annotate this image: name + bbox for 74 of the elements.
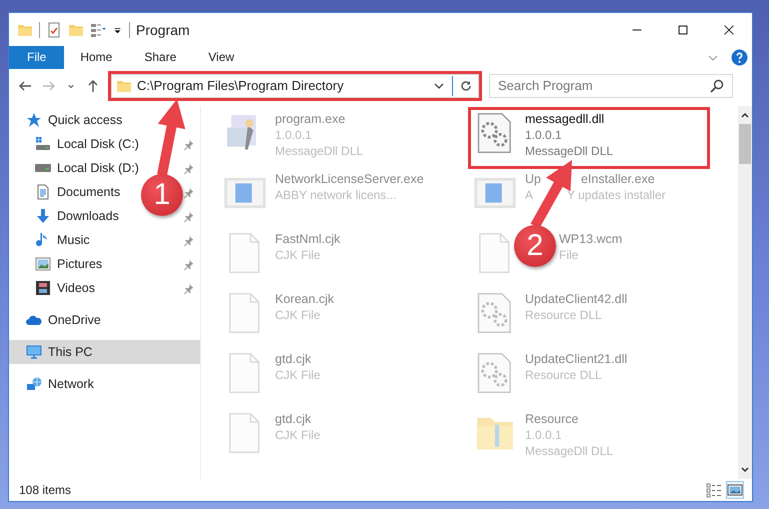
details-view-icon[interactable]: [706, 482, 722, 498]
sidebar-label[interactable]: Quick access: [48, 113, 122, 127]
ribbon-tab[interactable]: Share: [128, 46, 192, 69]
file-name[interactable]: Up: [525, 171, 541, 187]
sidebar-label[interactable]: Local Disk (C:): [57, 137, 139, 151]
pin-icon[interactable]: [183, 186, 194, 198]
pin-icon[interactable]: [183, 234, 194, 246]
sidebar-label[interactable]: Local Disk (D:): [57, 161, 139, 175]
pin-icon[interactable]: [183, 282, 194, 294]
scrollbar[interactable]: [738, 106, 752, 479]
file-name[interactable]: gtd.cjk: [275, 411, 312, 427]
window-title: Program: [136, 22, 190, 38]
file-detail[interactable]: MessageDll DLL: [525, 143, 614, 159]
item-count: 108 items: [19, 483, 72, 497]
search-field[interactable]: Search Program: [489, 74, 733, 98]
ribbon-tab[interactable]: View: [192, 46, 250, 69]
file-detail[interactable]: CJK File: [275, 427, 320, 443]
file-name[interactable]: Resource: [525, 411, 578, 427]
file-detail[interactable]: CJK File: [275, 247, 320, 263]
scroll-up-icon[interactable]: [740, 110, 750, 120]
film-icon: [35, 280, 51, 296]
file-name[interactable]: UpdateClient42.dll: [525, 291, 628, 307]
sidebar-label[interactable]: Network: [48, 377, 94, 391]
document-icon: [35, 184, 51, 200]
drive-icon: [35, 136, 51, 152]
help-icon[interactable]: [731, 49, 748, 66]
ribbon-tab[interactable]: Home: [64, 46, 128, 69]
pin-icon[interactable]: [183, 258, 194, 270]
checklist-icon[interactable]: [46, 22, 62, 38]
file-menu-button[interactable]: File: [9, 46, 64, 69]
file-detail[interactable]: CJK File: [275, 307, 320, 323]
selection-frame[interactable]: messagedll.dll 1.0.0.1 MessageDll DLL: [469, 108, 709, 168]
file-detail[interactable]: File: [559, 247, 578, 263]
download-icon: [35, 208, 51, 224]
file-name[interactable]: UpdateClient21.dll: [525, 351, 628, 367]
sidebar-label[interactable]: Music: [57, 233, 90, 247]
picture-icon: [35, 256, 51, 272]
file-detail[interactable]: 1.0.0.1: [525, 427, 562, 443]
file-name[interactable]: Korean.cjk: [275, 291, 334, 307]
monitor-icon: [26, 344, 42, 360]
scroll-thumb[interactable]: [739, 124, 751, 164]
file-detail[interactable]: Y updates installer: [567, 187, 666, 203]
pin-icon[interactable]: [183, 162, 194, 174]
file-name[interactable]: FastNml.cjk: [275, 231, 340, 247]
network-icon: [26, 376, 42, 392]
large-icons-view-icon[interactable]: [726, 481, 744, 499]
file-detail[interactable]: ABBY network licens...: [275, 187, 396, 203]
file-name[interactable]: messagedll.dll: [525, 111, 604, 127]
file-name[interactable]: eInstaller.exe: [580, 171, 655, 187]
sidebar-label[interactable]: OneDrive: [48, 313, 101, 327]
properties-icon[interactable]: [90, 22, 106, 38]
sidebar-item[interactable]: This PC: [9, 340, 200, 364]
sidebar-label[interactable]: Pictures: [57, 257, 102, 271]
pin-icon[interactable]: [183, 210, 194, 222]
file-name[interactable]: WP13.wcm: [559, 231, 622, 247]
file-detail[interactable]: MessageDll DLL: [275, 143, 364, 159]
scroll-down-icon[interactable]: [740, 465, 750, 475]
file-name[interactable]: NetworkLicenseServer.exe: [275, 171, 424, 187]
file-detail[interactable]: Resource DLL: [525, 307, 602, 323]
sidebar-label[interactable]: This PC: [48, 345, 92, 359]
file-detail[interactable]: 1.0.0.1: [525, 127, 562, 143]
file-detail[interactable]: CJK File: [275, 367, 320, 383]
file-name[interactable]: program.exe: [275, 111, 346, 127]
star-icon: [26, 112, 42, 128]
address-path: C:\Program Files\Program Directory: [137, 78, 345, 93]
file-detail[interactable]: A: [525, 187, 534, 203]
file-name[interactable]: gtd.cjk: [275, 351, 312, 367]
sidebar-label[interactable]: Downloads: [57, 209, 119, 223]
sidebar-label[interactable]: Videos: [57, 281, 95, 295]
sidebar-label[interactable]: Documents: [57, 185, 120, 199]
file-detail[interactable]: 1.0.0.1: [275, 127, 312, 143]
file-detail[interactable]: MessageDll DLL: [525, 443, 614, 459]
file-detail[interactable]: Resource DLL: [525, 367, 602, 383]
pin-icon[interactable]: [183, 138, 194, 150]
